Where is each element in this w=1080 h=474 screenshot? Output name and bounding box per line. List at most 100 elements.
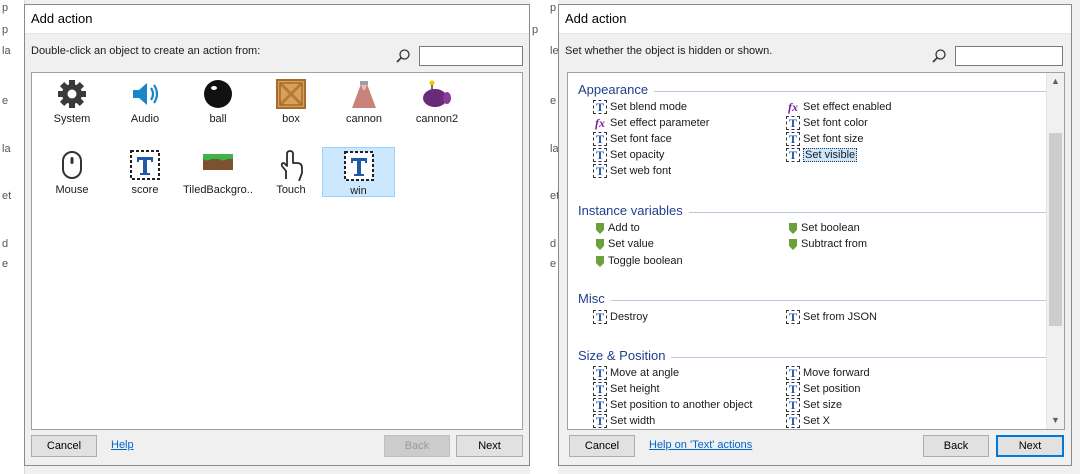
object-cannon[interactable]: cannon	[329, 78, 399, 126]
text-icon: T	[786, 366, 800, 381]
action-set-size[interactable]: T Set size	[786, 398, 842, 413]
back-button[interactable]: Back	[384, 435, 450, 457]
object-label: box	[282, 113, 300, 125]
action-set-effect-enabled[interactable]: fx Set effect enabled	[786, 100, 891, 115]
action-set-position[interactable]: T Set position	[786, 382, 860, 397]
scroll-down-icon[interactable]: ▼	[1047, 412, 1064, 429]
object-tiled-background[interactable]: TiledBackgro...	[183, 149, 253, 197]
action-list: Appearance T Set blend mode fx Set effect …	[567, 72, 1065, 430]
bg-text: la	[2, 45, 11, 57]
dialog-title: Add action	[25, 5, 529, 34]
text-icon: T	[786, 382, 800, 397]
text-icon: T	[593, 164, 607, 179]
bg-text: p	[2, 24, 9, 36]
action-subtract-from[interactable]: Subtract from	[788, 237, 867, 252]
text-icon: T	[786, 310, 800, 325]
help-link[interactable]: Help	[111, 439, 134, 451]
action-set-effect-parameter[interactable]: fx Set effect parameter	[593, 116, 709, 131]
scroll-up-icon[interactable]: ▲	[1047, 73, 1064, 90]
bg-text: d	[550, 238, 557, 250]
scrollbar-thumb[interactable]	[1049, 133, 1062, 326]
fx-icon: fx	[595, 116, 605, 131]
object-cannon2[interactable]: cannon2	[402, 78, 472, 126]
object-box[interactable]: box	[256, 78, 326, 126]
action-set-value[interactable]: Set value	[595, 237, 654, 252]
bg-text: e	[2, 258, 9, 270]
action-set-blend-mode[interactable]: T Set blend mode	[593, 100, 687, 115]
object-touch[interactable]: Touch	[256, 149, 326, 197]
object-label: win	[350, 185, 367, 197]
search-input[interactable]	[955, 46, 1063, 66]
action-destroy[interactable]: T Destroy	[593, 310, 648, 325]
tiled-background-icon	[203, 154, 233, 170]
back-button[interactable]: Back	[923, 435, 989, 457]
action-set-web-font[interactable]: T Set web font	[593, 164, 671, 179]
text-icon: T	[786, 132, 800, 147]
action-label: Toggle boolean	[608, 255, 683, 267]
variable-icon	[596, 238, 604, 250]
action-set-font-color[interactable]: T Set font color	[786, 116, 868, 131]
search-icon	[396, 49, 410, 63]
action-add-to[interactable]: Add to	[595, 221, 640, 236]
action-toggle-boolean[interactable]: Toggle boolean	[595, 254, 683, 269]
action-set-visible[interactable]: T Set visible	[786, 148, 858, 163]
object-label: ball	[209, 113, 227, 125]
group-title: Misc	[578, 292, 611, 306]
action-label: Set effect enabled	[803, 101, 892, 113]
next-button[interactable]: Next	[996, 435, 1064, 457]
object-ball[interactable]: ball	[183, 78, 253, 126]
action-label: Set effect parameter	[610, 117, 710, 129]
text-icon: T	[786, 148, 800, 163]
object-label: System	[53, 113, 91, 125]
object-label: cannon	[345, 113, 383, 125]
action-set-font-size[interactable]: T Set font size	[786, 132, 864, 147]
cancel-button[interactable]: Cancel	[31, 435, 97, 457]
text-icon	[130, 150, 160, 180]
group-size-position: Size & Position	[578, 349, 1046, 363]
object-system[interactable]: System	[37, 78, 107, 126]
action-label: Set from JSON	[803, 311, 877, 323]
object-label: score	[131, 184, 159, 196]
text-icon: T	[786, 414, 800, 429]
object-score[interactable]: score	[110, 149, 180, 197]
action-label: Set font face	[610, 133, 672, 145]
object-mouse[interactable]: Mouse	[37, 149, 107, 197]
dialog-title: Add action	[559, 5, 1071, 34]
action-set-width[interactable]: T Set width	[593, 414, 655, 429]
group-appearance: Appearance	[578, 83, 1046, 97]
bg-text: p	[532, 24, 539, 36]
action-set-from-json[interactable]: T Set from JSON	[786, 310, 877, 325]
next-button[interactable]: Next	[456, 435, 523, 457]
action-set-boolean[interactable]: Set boolean	[788, 221, 860, 236]
action-label: Set visible	[803, 148, 858, 162]
vertical-scrollbar[interactable]: ▲ ▼	[1046, 73, 1064, 429]
action-move-forward[interactable]: T Move forward	[786, 366, 870, 381]
action-set-opacity[interactable]: T Set opacity	[593, 148, 664, 163]
group-instance-variables: Instance variables	[578, 204, 1046, 218]
action-set-height[interactable]: T Set height	[593, 382, 660, 397]
object-label: Touch	[276, 184, 306, 196]
box-icon	[276, 79, 306, 109]
cancel-button[interactable]: Cancel	[569, 435, 635, 457]
action-label: Set web font	[610, 165, 672, 177]
help-link[interactable]: Help on 'Text' actions	[649, 439, 752, 451]
object-audio[interactable]: Audio	[110, 78, 180, 126]
bg-text: e	[550, 258, 557, 270]
variable-icon	[596, 222, 604, 234]
gear-icon	[58, 80, 86, 108]
action-set-font-face[interactable]: T Set font face	[593, 132, 672, 147]
action-label: Set opacity	[610, 149, 665, 161]
action-move-at-angle[interactable]: T Move at angle	[593, 366, 679, 381]
action-label: Add to	[608, 222, 640, 234]
search-icon	[932, 49, 946, 63]
dialog-description: Double-click an object to create an acti…	[31, 45, 261, 57]
action-set-x[interactable]: T Set X	[786, 414, 830, 429]
mouse-icon	[62, 151, 82, 179]
object-win[interactable]: win	[322, 147, 395, 197]
search-input[interactable]	[419, 46, 523, 66]
action-label: Set position to another object	[610, 399, 753, 411]
action-label: Set width	[610, 415, 656, 427]
action-set-position-to-another-object[interactable]: T Set position to another object	[593, 398, 752, 413]
fx-icon: fx	[788, 100, 798, 115]
ball-icon	[204, 80, 232, 108]
